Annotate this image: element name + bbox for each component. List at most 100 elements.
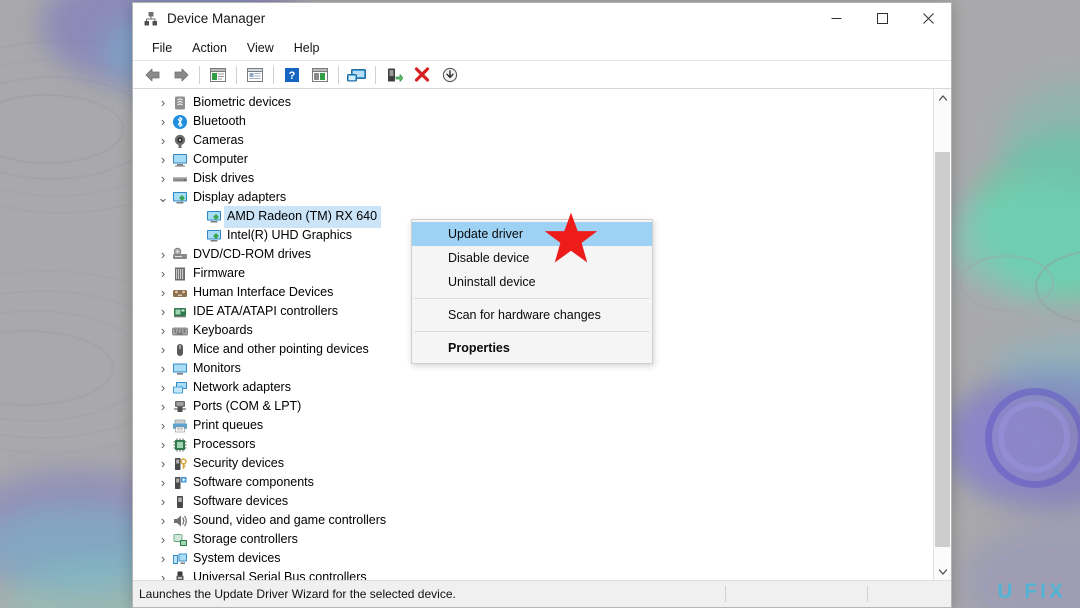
tree-item-label: Software components xyxy=(193,475,314,489)
tree-item[interactable]: › Disk drives xyxy=(133,169,933,188)
help-icon[interactable]: ? xyxy=(279,63,305,86)
tree-item[interactable]: › Universal Serial Bus controllers xyxy=(133,568,933,580)
device-manager-icon xyxy=(143,11,159,27)
forward-icon[interactable] xyxy=(168,63,194,86)
chevron-right-icon[interactable]: › xyxy=(155,323,171,338)
tree-item[interactable]: › Biometric devices xyxy=(133,93,933,112)
context-menu-item[interactable]: Uninstall device xyxy=(412,270,652,294)
chevron-right-icon[interactable]: › xyxy=(155,437,171,452)
tree-item[interactable]: › Network adapters xyxy=(133,378,933,397)
context-menu-item[interactable]: Scan for hardware changes xyxy=(412,303,652,327)
tree-item-label: Universal Serial Bus controllers xyxy=(193,570,367,580)
device-manager-window: Device Manager File Action View Help ? ›… xyxy=(132,2,952,608)
context-menu-item-label: Properties xyxy=(448,341,510,355)
tree-item-label: IDE ATA/ATAPI controllers xyxy=(193,304,338,318)
security-icon xyxy=(171,456,188,472)
chevron-right-icon[interactable]: › xyxy=(155,494,171,509)
tree-item[interactable]: › Storage controllers xyxy=(133,530,933,549)
tree-item-label: Network adapters xyxy=(193,380,291,394)
tree-item[interactable]: › Security devices xyxy=(133,454,933,473)
disable-device-icon[interactable] xyxy=(437,63,463,86)
menu-item-action[interactable]: Action xyxy=(183,38,236,58)
status-bar: Launches the Update Driver Wizard for th… xyxy=(133,580,951,607)
scroll-track[interactable] xyxy=(934,106,951,563)
chevron-right-icon[interactable]: › xyxy=(155,114,171,129)
tree-item[interactable]: › Print queues xyxy=(133,416,933,435)
chevron-right-icon[interactable]: › xyxy=(155,570,171,580)
chevron-right-icon[interactable]: › xyxy=(155,456,171,471)
chevron-right-icon[interactable]: › xyxy=(155,532,171,547)
chevron-right-icon[interactable]: › xyxy=(155,266,171,281)
title-bar[interactable]: Device Manager xyxy=(133,3,951,35)
tree-item[interactable]: › Computer xyxy=(133,150,933,169)
chevron-right-icon[interactable]: › xyxy=(155,133,171,148)
tree-item[interactable]: › System devices xyxy=(133,549,933,568)
chevron-right-icon[interactable]: › xyxy=(155,399,171,414)
context-menu[interactable]: Update driver Disable device Uninstall dev… xyxy=(411,219,653,364)
menu-item-view[interactable]: View xyxy=(238,38,283,58)
softdev-icon xyxy=(171,494,188,510)
context-menu-item[interactable]: Update driver xyxy=(412,222,652,246)
chevron-right-icon[interactable]: › xyxy=(155,418,171,433)
scan-for-hardware-changes-icon[interactable] xyxy=(344,63,370,86)
tree-item[interactable]: › Processors xyxy=(133,435,933,454)
storage-icon xyxy=(171,532,188,548)
close-button[interactable] xyxy=(905,3,951,34)
update-driver-icon[interactable] xyxy=(381,63,407,86)
chevron-right-icon[interactable]: › xyxy=(155,551,171,566)
properties-icon[interactable] xyxy=(242,63,268,86)
mouse-icon xyxy=(171,342,188,358)
tree-item-label: Ports (COM & LPT) xyxy=(193,399,302,413)
context-menu-item-label: Disable device xyxy=(448,251,530,265)
tree-item[interactable]: › Sound, video and game controllers xyxy=(133,511,933,530)
tree-item[interactable]: › Software devices xyxy=(133,492,933,511)
toolbar-separator xyxy=(375,65,376,84)
chevron-right-icon[interactable]: › xyxy=(155,513,171,528)
tree-item-label: Keyboards xyxy=(193,323,253,337)
softcomp-icon xyxy=(171,475,188,491)
tree-item[interactable]: › Cameras xyxy=(133,131,933,150)
tree-item[interactable]: › Bluetooth xyxy=(133,112,933,131)
camera-icon xyxy=(171,133,188,149)
show-hide-action-pane-icon[interactable] xyxy=(307,63,333,86)
chevron-right-icon[interactable]: › xyxy=(155,342,171,357)
chevron-right-icon[interactable]: › xyxy=(155,304,171,319)
chevron-right-icon[interactable]: › xyxy=(155,285,171,300)
context-menu-item[interactable]: Properties xyxy=(412,336,652,360)
chevron-right-icon[interactable]: › xyxy=(155,247,171,262)
tree-item-label: Computer xyxy=(193,152,248,166)
chevron-right-icon[interactable]: › xyxy=(155,95,171,110)
tree-item-label: Human Interface Devices xyxy=(193,285,334,299)
tree-item[interactable]: ⌄ Display adapters xyxy=(133,188,933,207)
toolbar-separator xyxy=(236,65,237,84)
tree-item[interactable]: › Ports (COM & LPT) xyxy=(133,397,933,416)
printer-icon xyxy=(171,418,188,434)
chevron-right-icon[interactable]: › xyxy=(155,152,171,167)
minimize-button[interactable] xyxy=(813,3,859,34)
computer-icon xyxy=(171,152,188,168)
menu-item-help[interactable]: Help xyxy=(285,38,329,58)
chevron-right-icon[interactable]: › xyxy=(155,171,171,186)
context-menu-item[interactable]: Disable device xyxy=(412,246,652,270)
chevron-right-icon[interactable]: › xyxy=(155,361,171,376)
tree-item-label: Cameras xyxy=(193,133,244,147)
tree-item-label: Biometric devices xyxy=(193,95,291,109)
watermark-prefix: U xyxy=(997,580,1016,603)
chevron-down-icon[interactable]: ⌄ xyxy=(155,190,171,206)
back-icon[interactable] xyxy=(140,63,166,86)
chevron-right-icon[interactable]: › xyxy=(155,475,171,490)
watermark-suffix: FIX xyxy=(1024,580,1066,603)
vertical-scrollbar[interactable] xyxy=(933,89,951,580)
scroll-down-button[interactable] xyxy=(934,563,951,580)
uninstall-device-icon[interactable] xyxy=(409,63,435,86)
scroll-thumb[interactable] xyxy=(935,152,950,547)
context-menu-separator xyxy=(414,331,650,332)
menu-item-file[interactable]: File xyxy=(143,38,181,58)
maximize-button[interactable] xyxy=(859,3,905,34)
scroll-up-button[interactable] xyxy=(934,89,951,106)
toolbar-separator xyxy=(338,65,339,84)
tree-item[interactable]: › Software components xyxy=(133,473,933,492)
show-hide-console-tree-icon[interactable] xyxy=(205,63,231,86)
chevron-right-icon[interactable]: › xyxy=(155,380,171,395)
port-icon xyxy=(171,399,188,415)
